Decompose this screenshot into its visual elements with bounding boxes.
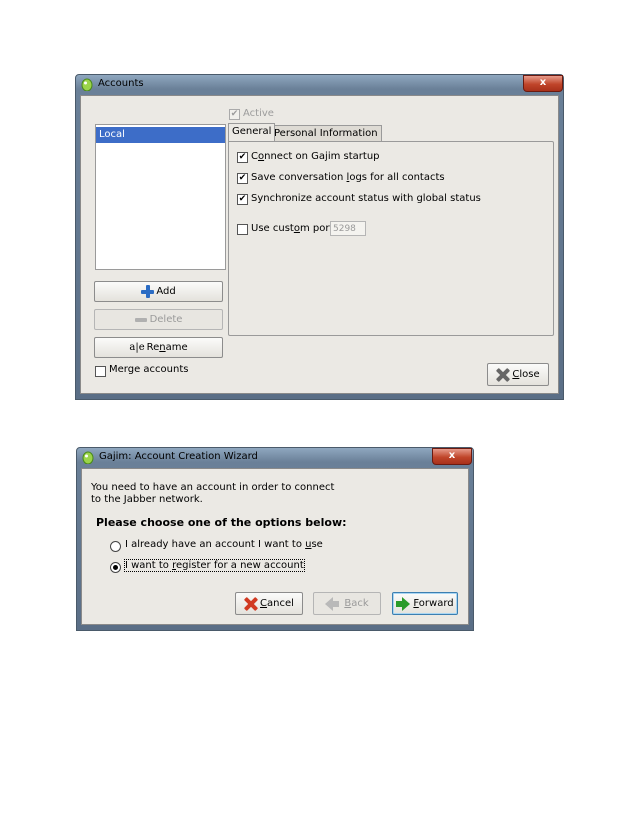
rename-account-button[interactable]: a|e Rename <box>94 337 223 358</box>
add-label: Add <box>156 286 176 297</box>
wizard-titlebar[interactable]: Gajim: Account Creation Wizard x <box>77 448 473 468</box>
cancel-label: Cancel <box>260 598 294 609</box>
radio-selected-dot <box>113 565 118 570</box>
minus-icon <box>134 317 147 322</box>
wizard-prompt: Please choose one of the options below: <box>96 516 347 529</box>
tab-general[interactable]: General <box>228 123 276 141</box>
accounts-window-title: Accounts <box>98 78 144 89</box>
custom-port-input[interactable]: 5298 <box>330 221 366 236</box>
merge-accounts-label: Merge accounts <box>109 364 189 375</box>
active-checkbox[interactable]: ✔ <box>229 109 240 120</box>
gajim-app-icon <box>81 78 93 91</box>
merge-accounts-checkbox[interactable] <box>95 366 106 377</box>
forward-button[interactable]: Forward <box>392 592 458 615</box>
gajim-app-icon <box>82 451 94 464</box>
tab-personal-information[interactable]: Personal Information <box>270 125 382 141</box>
add-account-button[interactable]: Add <box>94 281 223 302</box>
plus-icon <box>141 285 155 298</box>
accounts-client-area: Local Add Delete a|e Rename Merge accoun… <box>80 95 559 394</box>
back-button[interactable]: Back <box>313 592 381 615</box>
wizard-client-area: You need to have an account in order to … <box>81 468 469 625</box>
wizard-window-title: Gajim: Account Creation Wizard <box>99 451 258 462</box>
general-tab-panel: ✔ Connect on Gajim startup ✔ Save conver… <box>228 141 554 336</box>
connect-on-startup-checkbox[interactable]: ✔ <box>237 152 248 163</box>
option-register-new-account-label: I want to register for a new account <box>124 559 305 572</box>
radio-register-new-account[interactable] <box>110 562 121 573</box>
option-existing-account-label: I already have an account I want to use <box>125 539 323 550</box>
close-button[interactable]: Close <box>487 363 549 386</box>
accounts-list[interactable]: Local <box>95 124 226 270</box>
active-label: Active <box>243 108 274 119</box>
save-logs-checkbox[interactable]: ✔ <box>237 173 248 184</box>
wizard-intro-line-2: to the Jabber network. <box>91 494 203 505</box>
accounts-titlebar[interactable]: Accounts x <box>76 75 563 95</box>
back-label: Back <box>344 598 369 609</box>
wizard-intro-line-1: You need to have an account in order to … <box>91 482 335 493</box>
custom-port-checkbox[interactable] <box>237 224 248 235</box>
close-icon <box>496 368 510 382</box>
forward-arrow-icon <box>396 596 411 611</box>
custom-port-label: Use custom port: <box>251 223 337 234</box>
sync-status-checkbox[interactable]: ✔ <box>237 194 248 205</box>
connect-on-startup-label: Connect on Gajim startup <box>251 151 380 162</box>
accounts-window-close-x[interactable]: x <box>523 75 563 92</box>
delete-account-button[interactable]: Delete <box>94 309 223 330</box>
close-label: Close <box>512 369 540 380</box>
rename-icon: a|e <box>129 342 145 353</box>
cancel-button[interactable]: Cancel <box>235 592 303 615</box>
cancel-icon <box>244 597 258 611</box>
save-logs-label: Save conversation logs for all contacts <box>251 172 445 183</box>
accounts-window: Accounts x Local Add Delete a|e Rename M… <box>75 74 564 400</box>
delete-label: Delete <box>149 314 183 325</box>
wizard-window: Gajim: Account Creation Wizard x You nee… <box>76 447 474 631</box>
radio-existing-account[interactable] <box>110 541 121 552</box>
account-row-local[interactable]: Local <box>96 127 225 143</box>
forward-label: Forward <box>413 598 454 609</box>
rename-label: Rename <box>146 342 188 353</box>
wizard-window-close-x[interactable]: x <box>432 448 472 465</box>
sync-status-label: Synchronize account status with global s… <box>251 193 481 204</box>
back-arrow-icon <box>325 596 340 611</box>
